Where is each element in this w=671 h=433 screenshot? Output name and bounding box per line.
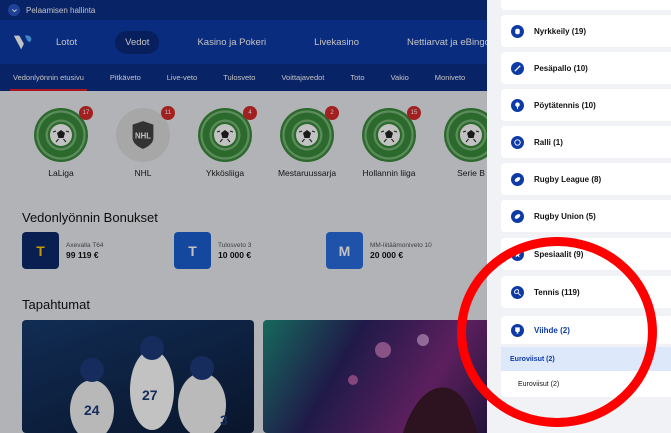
category-poytatennis[interactable]: Pöytätennis (10) (501, 89, 671, 121)
category-label: Rugby League (8) (534, 174, 602, 184)
category-pesapallo[interactable]: Pesäpallo (10) (501, 52, 671, 84)
category-label: Pöytätennis (10) (534, 100, 596, 110)
rugby-ball-icon (511, 172, 524, 186)
highlight-circle (457, 237, 657, 427)
rugby-ball-icon (511, 209, 524, 223)
category-rugby-union[interactable]: Rugby Union (5) (501, 200, 671, 232)
category-label: Pesäpallo (10) (534, 63, 588, 73)
category-label: Rugby Union (5) (534, 211, 596, 221)
category-label: Nyrkkeily (19) (534, 26, 587, 36)
category-rugby-league[interactable]: Rugby League (8) (501, 163, 671, 195)
boxing-glove-icon (511, 24, 524, 38)
steering-wheel-icon (511, 135, 524, 149)
category-ralli[interactable]: Ralli (1) (501, 126, 671, 158)
ping-pong-icon (511, 98, 524, 112)
category-nyrkkeily[interactable]: Nyrkkeily (19) (501, 15, 671, 47)
bat-icon (511, 61, 524, 75)
category-partial[interactable] (501, 0, 671, 10)
category-label: Ralli (1) (534, 137, 563, 147)
